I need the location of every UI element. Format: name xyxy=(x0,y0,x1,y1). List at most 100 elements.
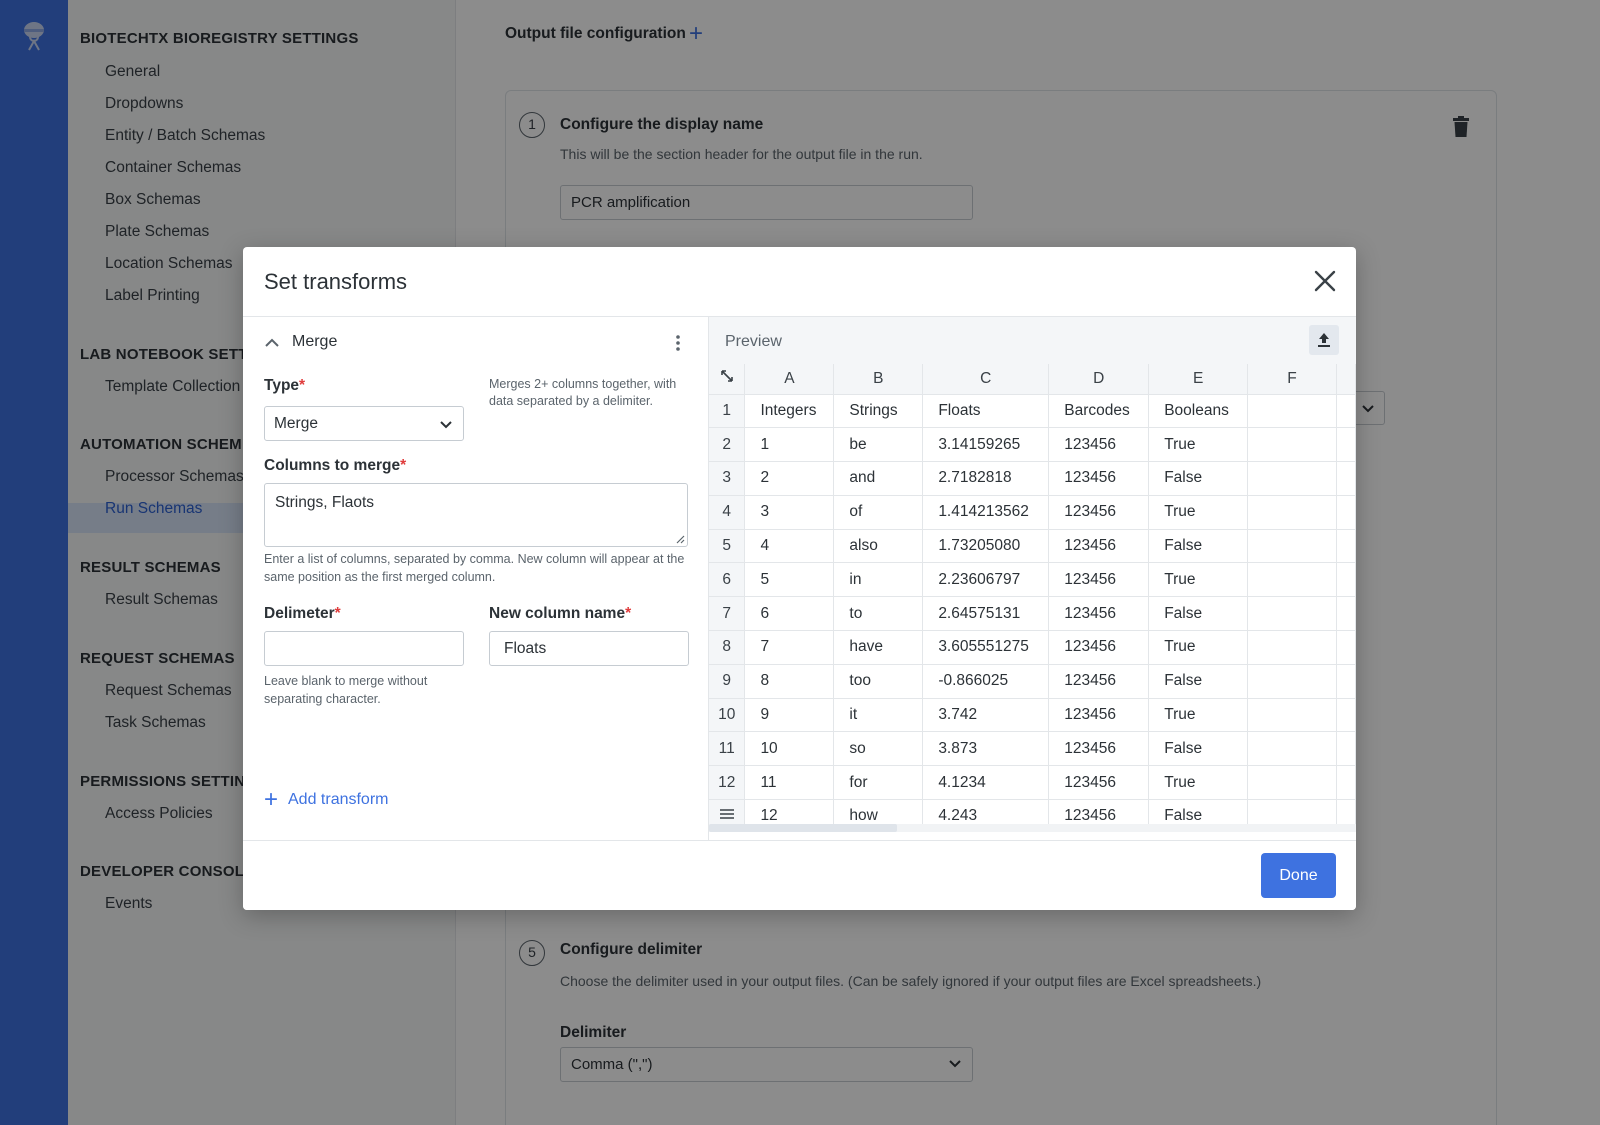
table-cell[interactable]: 3.742 xyxy=(922,698,1050,733)
table-cell[interactable]: 123456 xyxy=(1048,731,1150,767)
table-cell[interactable]: 8 xyxy=(744,664,835,699)
table-cell[interactable]: Strings xyxy=(833,394,924,429)
column-header[interactable]: E xyxy=(1148,364,1249,395)
table-cell[interactable]: True xyxy=(1148,630,1249,665)
table-cell[interactable]: False xyxy=(1148,461,1249,496)
table-cell[interactable]: True xyxy=(1148,765,1249,801)
table-cell[interactable]: also xyxy=(833,529,924,564)
row-number[interactable]: 6 xyxy=(709,562,746,598)
table-cell[interactable]: 123456 xyxy=(1048,562,1150,598)
table-cell[interactable]: True xyxy=(1148,427,1249,463)
table-cell[interactable] xyxy=(1247,630,1337,665)
table-cell[interactable]: in xyxy=(833,562,924,598)
table-cell[interactable]: it xyxy=(833,698,924,733)
table-cell[interactable]: 4 xyxy=(744,529,835,564)
table-cell[interactable]: 123456 xyxy=(1048,596,1150,632)
close-icon[interactable] xyxy=(1313,269,1337,293)
select-all-corner[interactable] xyxy=(709,364,746,395)
table-cell[interactable]: True xyxy=(1148,562,1249,598)
table-cell[interactable] xyxy=(1247,427,1337,463)
resize-handle-icon[interactable] xyxy=(675,534,685,544)
table-cell[interactable]: 123456 xyxy=(1048,765,1150,801)
table-cell[interactable]: False xyxy=(1148,731,1249,767)
type-select[interactable]: Merge xyxy=(264,406,464,441)
table-cell[interactable]: 6 xyxy=(744,596,835,632)
table-cell[interactable]: 1.414213562 xyxy=(922,495,1050,530)
row-handle[interactable] xyxy=(709,799,746,824)
table-cell[interactable]: 1 xyxy=(744,427,835,463)
table-cell[interactable] xyxy=(1247,698,1337,733)
table-cell[interactable]: 123456 xyxy=(1048,698,1150,733)
table-cell[interactable]: too xyxy=(833,664,924,699)
column-header[interactable]: C xyxy=(922,364,1050,395)
table-cell[interactable]: be xyxy=(833,427,924,463)
row-number[interactable]: 9 xyxy=(709,664,746,699)
table-cell[interactable] xyxy=(1247,765,1337,801)
row-number[interactable]: 10 xyxy=(709,698,746,733)
column-header[interactable]: F xyxy=(1247,364,1337,395)
table-cell[interactable]: so xyxy=(833,731,924,767)
table-cell[interactable]: -0.866025 xyxy=(922,664,1050,699)
row-number[interactable]: 12 xyxy=(709,765,746,801)
table-cell[interactable]: 2 xyxy=(744,461,835,496)
export-button[interactable] xyxy=(1309,325,1339,355)
table-cell[interactable]: 9 xyxy=(744,698,835,733)
table-cell[interactable]: Floats xyxy=(922,394,1050,429)
table-cell[interactable]: False xyxy=(1148,596,1249,632)
table-cell[interactable]: 7 xyxy=(744,630,835,665)
table-cell[interactable]: True xyxy=(1148,495,1249,530)
row-number[interactable]: 7 xyxy=(709,596,746,632)
table-cell[interactable]: 123456 xyxy=(1048,799,1150,824)
table-cell[interactable]: 3.873 xyxy=(922,731,1050,767)
table-cell[interactable]: 123456 xyxy=(1048,461,1150,496)
row-number[interactable]: 3 xyxy=(709,461,746,496)
row-number[interactable]: 11 xyxy=(709,731,746,767)
table-cell[interactable]: have xyxy=(833,630,924,665)
column-header[interactable]: D xyxy=(1048,364,1150,395)
table-cell[interactable] xyxy=(1247,799,1337,824)
table-cell[interactable]: 10 xyxy=(744,731,835,767)
scrollbar-thumb[interactable] xyxy=(709,824,897,832)
table-cell[interactable] xyxy=(1247,596,1337,632)
table-cell[interactable] xyxy=(1247,529,1337,564)
table-cell[interactable] xyxy=(1247,495,1337,530)
table-cell[interactable]: True xyxy=(1148,698,1249,733)
table-cell[interactable] xyxy=(1247,664,1337,699)
table-cell[interactable]: 5 xyxy=(744,562,835,598)
done-button[interactable]: Done xyxy=(1261,853,1336,898)
row-number[interactable]: 4 xyxy=(709,495,746,530)
row-number[interactable]: 5 xyxy=(709,529,746,564)
table-cell[interactable]: 3 xyxy=(744,495,835,530)
table-cell[interactable]: for xyxy=(833,765,924,801)
table-cell[interactable]: 4.1234 xyxy=(922,765,1050,801)
table-cell[interactable]: Integers xyxy=(744,394,835,429)
row-number[interactable]: 8 xyxy=(709,630,746,665)
table-cell[interactable]: 123456 xyxy=(1048,664,1150,699)
row-number[interactable]: 2 xyxy=(709,427,746,463)
table-cell[interactable]: and xyxy=(833,461,924,496)
delimiter-input[interactable] xyxy=(264,631,464,666)
table-cell[interactable]: False xyxy=(1148,799,1249,824)
table-cell[interactable]: of xyxy=(833,495,924,530)
column-header[interactable]: A xyxy=(744,364,835,395)
table-cell[interactable]: 123456 xyxy=(1048,630,1150,665)
table-cell[interactable] xyxy=(1247,731,1337,767)
more-options-icon[interactable] xyxy=(674,333,682,353)
table-cell[interactable]: 123456 xyxy=(1048,495,1150,530)
table-cell[interactable]: 1.73205080 xyxy=(922,529,1050,564)
columns-to-merge-textarea[interactable]: Strings, Flaots xyxy=(264,483,688,547)
table-cell[interactable]: 2.64575131 xyxy=(922,596,1050,632)
table-cell[interactable]: Barcodes xyxy=(1048,394,1150,429)
new-column-name-input[interactable]: Floats xyxy=(489,631,689,666)
table-cell[interactable]: to xyxy=(833,596,924,632)
table-cell[interactable]: 4.243 xyxy=(922,799,1050,824)
table-cell[interactable] xyxy=(1247,461,1337,496)
table-cell[interactable]: False xyxy=(1148,664,1249,699)
table-cell[interactable]: False xyxy=(1148,529,1249,564)
table-cell[interactable] xyxy=(1247,394,1337,429)
table-cell[interactable]: 3.14159265 xyxy=(922,427,1050,463)
table-cell[interactable]: 11 xyxy=(744,765,835,801)
table-cell[interactable]: 123456 xyxy=(1048,427,1150,463)
column-header[interactable]: B xyxy=(833,364,924,395)
table-cell[interactable]: how xyxy=(833,799,924,824)
